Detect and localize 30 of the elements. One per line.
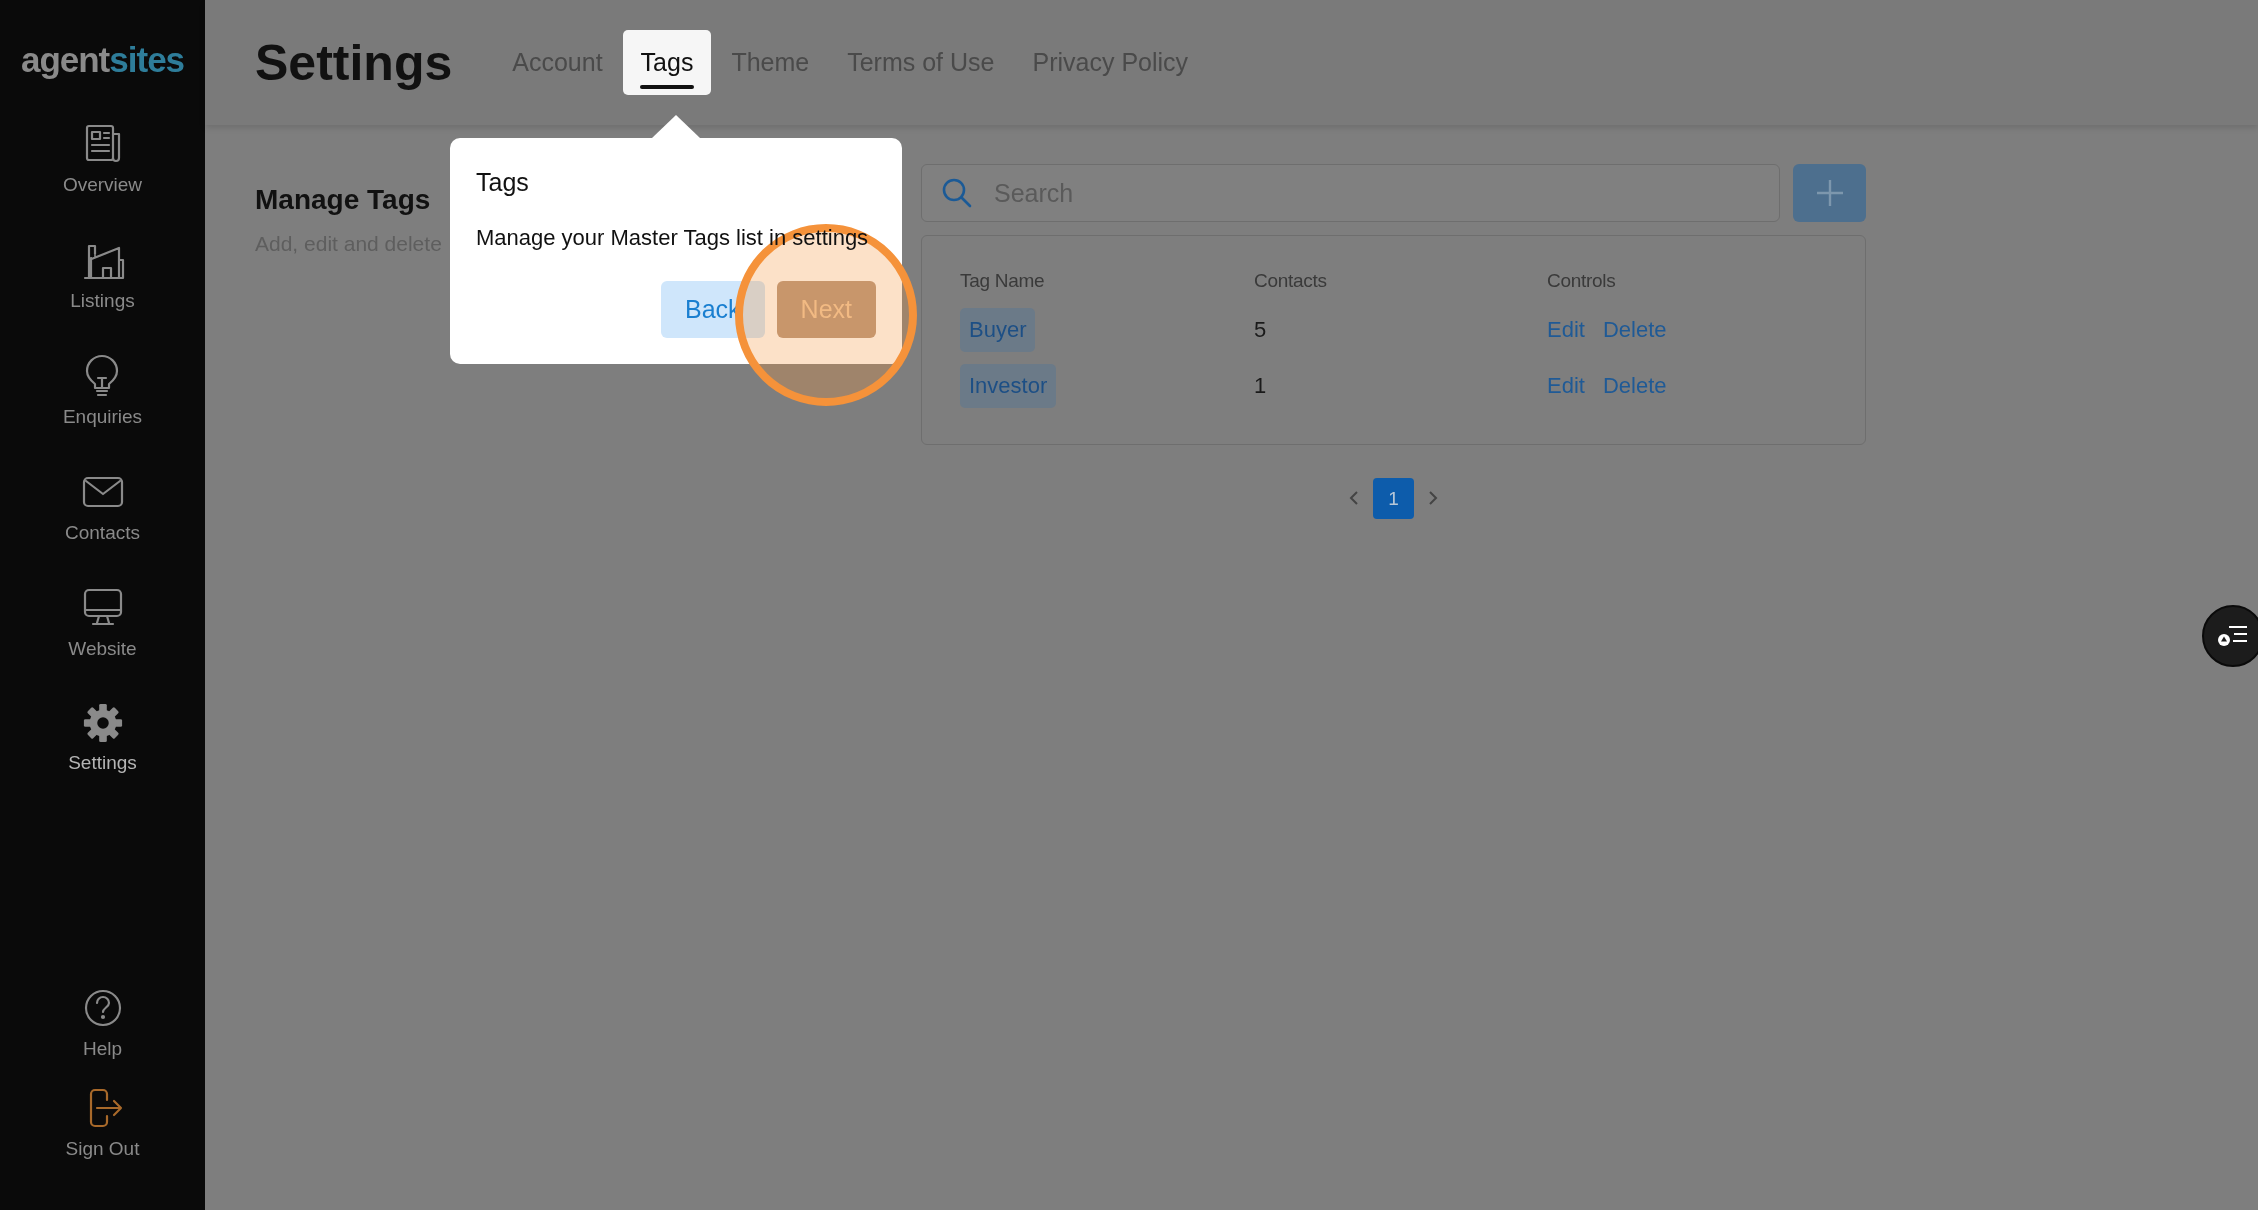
sidebar-item[interactable]: Overview	[62, 122, 143, 196]
checklist-icon	[2217, 623, 2249, 649]
sidebar-item[interactable]: Website	[62, 586, 143, 660]
checklist-button[interactable]	[2202, 605, 2258, 667]
add-tag-button[interactable]	[1793, 164, 1866, 222]
action-link[interactable]: Delete	[1602, 317, 1667, 342]
settings-icon	[81, 702, 124, 744]
action-link[interactable]: Edit	[1547, 373, 1585, 398]
column-header: Tag Name	[960, 270, 1046, 293]
sidebar-item[interactable]: Help	[65, 986, 140, 1060]
column-header: Controls	[1547, 270, 1617, 293]
tag-chip[interactable]: Buyer	[960, 308, 1036, 352]
contacts-count: 5	[1254, 317, 1267, 342]
sidebar-item[interactable]: Sign Out	[65, 1086, 140, 1160]
logo: agentsites	[20, 40, 185, 80]
action-link[interactable]: Edit	[1547, 317, 1585, 342]
sidebar-item[interactable]: Contacts	[62, 470, 143, 544]
sidebar-item[interactable]: Settings	[62, 702, 143, 774]
section-title: Manage Tags	[255, 184, 431, 216]
sidebar-item[interactable]: Enquiries	[62, 354, 143, 428]
tag-chip[interactable]: Investor	[960, 364, 1057, 408]
contacts-count: 1	[1254, 373, 1267, 398]
page-button[interactable]: 1	[1373, 478, 1414, 519]
popover-title: Tags	[476, 168, 530, 197]
sidebar-item[interactable]: Listings	[62, 238, 143, 312]
page-title: Settings	[255, 33, 453, 92]
column-header: Contacts	[1254, 270, 1328, 293]
settings-tab[interactable]: Tags	[622, 30, 712, 95]
action-link[interactable]: Delete	[1602, 373, 1667, 398]
plus-icon	[1815, 179, 1844, 207]
